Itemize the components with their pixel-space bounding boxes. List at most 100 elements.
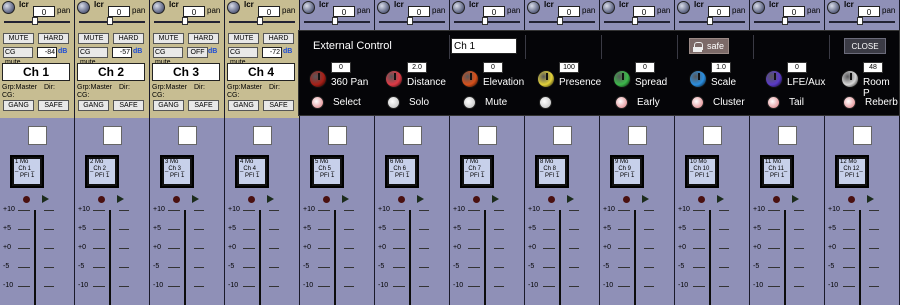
select-box[interactable] [628,126,647,145]
pan-knob-icon[interactable] [827,1,840,14]
pan-slider-thumb[interactable] [32,17,38,25]
fader-rail[interactable] [634,210,636,305]
fader-rail[interactable] [559,210,561,305]
safe-button[interactable]: SAFE [188,100,219,111]
param-radio[interactable] [615,96,628,109]
pan-value[interactable]: 0 [33,6,55,17]
play-icon[interactable] [567,195,574,203]
pan-knob-icon[interactable] [302,1,315,14]
record-icon[interactable] [773,196,780,203]
pan-slider-thumb[interactable] [857,17,863,25]
param-knob-icon[interactable] [309,70,327,88]
pan-value[interactable]: 0 [783,6,805,17]
record-icon[interactable] [248,196,255,203]
record-icon[interactable] [323,196,330,203]
pan-slider-thumb[interactable] [707,17,713,25]
fader-rail[interactable] [184,210,186,305]
param-radio[interactable] [311,96,324,109]
pan-slider-thumb[interactable] [182,17,188,25]
param-knob-icon[interactable] [841,70,859,88]
cg-mute-button[interactable]: CG mute [228,47,258,66]
param-value[interactable]: 0 [635,62,655,73]
channel-name[interactable]: Ch 1 [2,63,70,81]
play-icon[interactable] [42,195,49,203]
record-icon[interactable] [98,196,105,203]
pan-slider-thumb[interactable] [332,17,338,25]
pan-knob-icon[interactable] [677,1,690,14]
play-icon[interactable] [117,195,124,203]
record-icon[interactable] [473,196,480,203]
param-knob-icon[interactable] [537,70,555,88]
play-icon[interactable] [267,195,274,203]
fader-rail[interactable] [259,210,261,305]
safe-button[interactable]: safe [689,38,729,54]
select-box[interactable] [253,126,272,145]
cg-level-value[interactable]: -57 [112,47,132,58]
pan-value[interactable]: 0 [258,6,280,17]
pan-value[interactable]: 0 [558,6,580,17]
mute-button[interactable]: MUTE [78,33,109,44]
pan-knob-icon[interactable] [227,1,240,14]
play-icon[interactable] [642,195,649,203]
param-knob-icon[interactable] [385,70,403,88]
param-knob-icon[interactable] [613,70,631,88]
record-icon[interactable] [398,196,405,203]
param-value[interactable]: 100 [559,62,579,73]
param-radio[interactable] [843,96,856,109]
fader-rail[interactable] [484,210,486,305]
channel-name[interactable]: Ch 4 [227,63,295,81]
select-box[interactable] [178,126,197,145]
pan-value[interactable]: 0 [183,6,205,17]
param-knob-icon[interactable] [461,70,479,88]
pan-slider-thumb[interactable] [557,17,563,25]
safe-button[interactable]: SAFE [38,100,69,111]
record-icon[interactable] [23,196,30,203]
safe-button[interactable]: SAFE [263,100,294,111]
channel-name[interactable]: Ch 3 [152,63,220,81]
select-box[interactable] [553,126,572,145]
pan-knob-icon[interactable] [2,1,15,14]
fader-rail[interactable] [784,210,786,305]
param-value[interactable]: 0 [483,62,503,73]
select-box[interactable] [703,126,722,145]
close-button[interactable]: CLOSE [844,38,886,54]
pan-slider-thumb[interactable] [107,17,113,25]
gang-button[interactable]: GANG [153,100,184,111]
play-icon[interactable] [867,195,874,203]
record-icon[interactable] [848,196,855,203]
record-icon[interactable] [548,196,555,203]
hard-button[interactable]: HARD [263,33,294,44]
play-icon[interactable] [342,195,349,203]
select-box[interactable] [103,126,122,145]
param-value[interactable]: 0 [787,62,807,73]
pan-value[interactable]: 0 [408,6,430,17]
pan-knob-icon[interactable] [452,1,465,14]
pan-value[interactable]: 0 [333,6,355,17]
play-icon[interactable] [192,195,199,203]
pan-slider-thumb[interactable] [632,17,638,25]
select-box[interactable] [853,126,872,145]
pan-value[interactable]: 0 [483,6,505,17]
record-icon[interactable] [173,196,180,203]
channel-name-field[interactable]: Ch 1 [451,38,517,54]
pan-knob-icon[interactable] [602,1,615,14]
fader-rail[interactable] [709,210,711,305]
cg-level-value[interactable]: -84 [37,47,57,58]
fader-rail[interactable] [334,210,336,305]
fader-rail[interactable] [409,210,411,305]
gang-button[interactable]: GANG [78,100,109,111]
gang-button[interactable]: GANG [228,100,259,111]
param-value[interactable]: 1.0 [711,62,731,73]
fader-rail[interactable] [109,210,111,305]
hard-button[interactable]: HARD [113,33,144,44]
cg-level-value[interactable]: -72 [262,47,282,58]
hard-button[interactable]: HARD [188,33,219,44]
play-icon[interactable] [792,195,799,203]
gang-button[interactable]: GANG [3,100,34,111]
pan-slider-thumb[interactable] [407,17,413,25]
param-radio[interactable] [691,96,704,109]
param-knob-icon[interactable] [765,70,783,88]
cg-mute-button[interactable]: CG mute [3,47,33,66]
mute-button[interactable]: MUTE [153,33,184,44]
select-box[interactable] [328,126,347,145]
